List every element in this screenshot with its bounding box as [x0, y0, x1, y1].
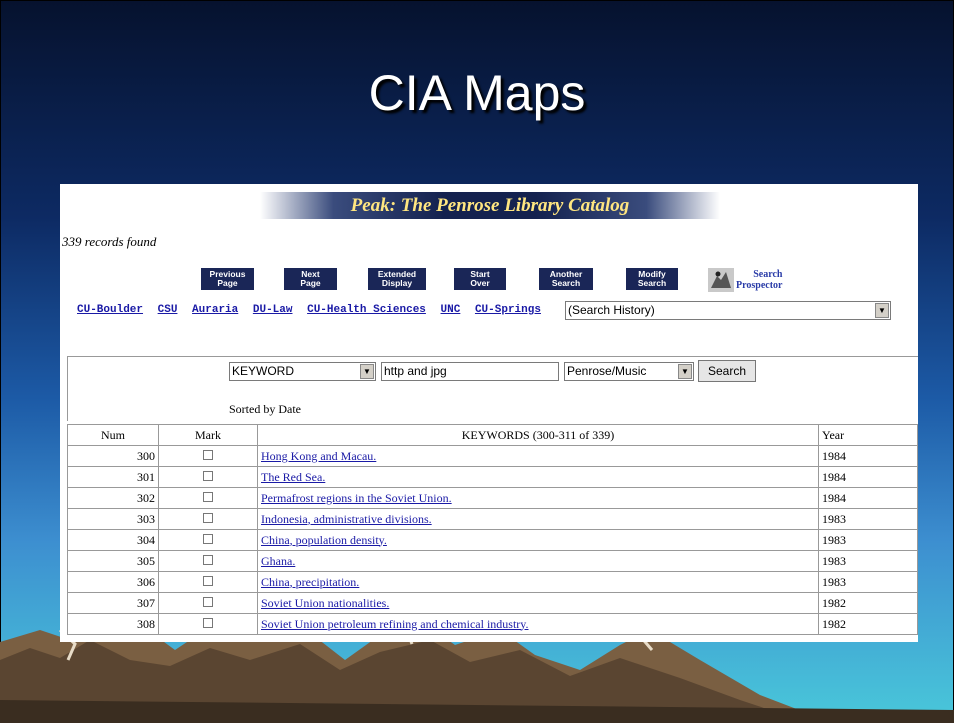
- extended-display-button[interactable]: Extended Display: [368, 268, 426, 290]
- header-num: Num: [67, 424, 159, 446]
- search-prospector-button[interactable]: Search Prospector: [708, 266, 790, 294]
- extended-display-line2: Display: [381, 278, 413, 288]
- row-year: 1984: [818, 445, 918, 467]
- another-search-line2: Search: [551, 278, 581, 288]
- previous-page-button[interactable]: Previous Page: [201, 268, 254, 290]
- next-page-line2: Page: [300, 278, 321, 288]
- search-button[interactable]: Search: [698, 360, 756, 382]
- slide-background: CIA Maps Peak: The Penrose Library Catal…: [0, 0, 954, 723]
- chevron-down-icon: ▼: [678, 364, 692, 379]
- library-link-cu-boulder[interactable]: CU-Boulder: [77, 304, 143, 316]
- row-num: 302: [67, 487, 159, 509]
- record-title-link[interactable]: China, population density.: [261, 533, 387, 547]
- mark-checkbox[interactable]: [203, 470, 213, 481]
- row-year: 1984: [818, 487, 918, 509]
- header-year: Year: [818, 424, 918, 446]
- row-num: 307: [67, 592, 159, 614]
- header-keywords: KEYWORDS (300-311 of 339): [257, 424, 819, 446]
- start-over-line2: Over: [470, 278, 490, 288]
- next-page-button[interactable]: Next Page: [284, 268, 337, 290]
- search-history-value: (Search History): [568, 303, 655, 317]
- row-num: 303: [67, 508, 159, 530]
- modify-search-button[interactable]: Modify Search: [626, 268, 678, 290]
- library-link-cu-springs[interactable]: CU-Springs: [475, 304, 541, 316]
- slide-title: CIA Maps: [368, 65, 586, 121]
- library-link-csu[interactable]: CSU: [158, 304, 178, 316]
- catalog-screenshot: Peak: The Penrose Library Catalog 339 re…: [60, 184, 918, 642]
- table-row: 308 Soviet Union petroleum refining and …: [67, 613, 918, 635]
- record-title-link[interactable]: Soviet Union petroleum refining and chem…: [261, 617, 529, 631]
- chevron-down-icon: ▼: [875, 303, 889, 318]
- record-title-link[interactable]: China, precipitation.: [261, 575, 359, 589]
- search-prospector-line1: Search: [753, 269, 783, 280]
- record-title-link[interactable]: Soviet Union nationalities.: [261, 596, 389, 610]
- row-num: 301: [67, 466, 159, 488]
- another-search-button[interactable]: Another Search: [539, 268, 593, 290]
- table-row: 307 Soviet Union nationalities. 1982: [67, 592, 918, 614]
- row-year: 1984: [818, 466, 918, 488]
- search-history-select[interactable]: (Search History) ▼: [565, 301, 891, 320]
- previous-page-line2: Page: [217, 278, 238, 288]
- record-title-link[interactable]: The Red Sea.: [261, 470, 325, 484]
- records-found: 339 records found: [62, 234, 157, 249]
- library-link-unc[interactable]: UNC: [441, 304, 461, 316]
- row-year: 1983: [818, 508, 918, 530]
- search-scope-select[interactable]: Penrose/Music ▼: [564, 362, 694, 381]
- table-row: 305 Ghana. 1983: [67, 550, 918, 572]
- search-prospector-line2: Prospector: [736, 280, 783, 291]
- table-row: 302 Permafrost regions in the Soviet Uni…: [67, 487, 918, 509]
- mark-checkbox[interactable]: [203, 596, 213, 607]
- record-title-link[interactable]: Ghana.: [261, 554, 295, 568]
- mark-checkbox[interactable]: [203, 491, 213, 502]
- search-scope-value: Penrose/Music: [567, 364, 647, 378]
- table-row: 301 The Red Sea. 1984: [67, 466, 918, 488]
- modify-search-line2: Search: [637, 278, 667, 288]
- start-over-button[interactable]: Start Over: [454, 268, 506, 290]
- row-num: 305: [67, 550, 159, 572]
- results-table: Num Mark KEYWORDS (300-311 of 339) Year …: [67, 424, 918, 635]
- search-query-value: http and jpg: [384, 364, 447, 378]
- table-row: 303 Indonesia, administrative divisions.…: [67, 508, 918, 530]
- table-header-row: Num Mark KEYWORDS (300-311 of 339) Year: [67, 424, 918, 446]
- row-year: 1983: [818, 571, 918, 593]
- row-num: 300: [67, 445, 159, 467]
- record-title-link[interactable]: Indonesia, administrative divisions.: [261, 512, 432, 526]
- mark-checkbox[interactable]: [203, 617, 213, 628]
- mark-checkbox[interactable]: [203, 512, 213, 523]
- table-row: 306 China, precipitation. 1983: [67, 571, 918, 593]
- prospector-icon: [708, 268, 734, 292]
- chevron-down-icon: ▼: [360, 364, 374, 379]
- table-row: 304 China, population density. 1983: [67, 529, 918, 551]
- row-num: 304: [67, 529, 159, 551]
- mark-checkbox[interactable]: [203, 575, 213, 586]
- sorted-by-label: Sorted by Date: [229, 402, 301, 416]
- search-query-input[interactable]: http and jpg: [381, 362, 559, 381]
- record-title-link[interactable]: Permafrost regions in the Soviet Union.: [261, 491, 452, 505]
- mark-checkbox[interactable]: [203, 533, 213, 544]
- library-link-du-law[interactable]: DU-Law: [253, 304, 293, 316]
- header-mark: Mark: [158, 424, 258, 446]
- row-num: 308: [67, 613, 159, 635]
- library-link-auraria[interactable]: Auraria: [192, 304, 238, 316]
- row-num: 306: [67, 571, 159, 593]
- row-year: 1983: [818, 529, 918, 551]
- library-link-cu-health-sciences[interactable]: CU-Health Sciences: [307, 304, 426, 316]
- row-year: 1982: [818, 613, 918, 635]
- search-type-value: KEYWORD: [232, 364, 295, 378]
- record-title-link[interactable]: Hong Kong and Macau.: [261, 449, 376, 463]
- table-row: 300 Hong Kong and Macau. 1984: [67, 445, 918, 467]
- catalog-banner-title: Peak: The Penrose Library Catalog: [350, 195, 630, 216]
- library-links: CU-Boulder CSU Auraria DU-Law CU-Health …: [77, 304, 549, 316]
- mark-checkbox[interactable]: [203, 449, 213, 460]
- row-year: 1983: [818, 550, 918, 572]
- mark-checkbox[interactable]: [203, 554, 213, 565]
- catalog-banner: Peak: The Penrose Library Catalog: [260, 192, 720, 219]
- search-type-select[interactable]: KEYWORD ▼: [229, 362, 376, 381]
- row-year: 1982: [818, 592, 918, 614]
